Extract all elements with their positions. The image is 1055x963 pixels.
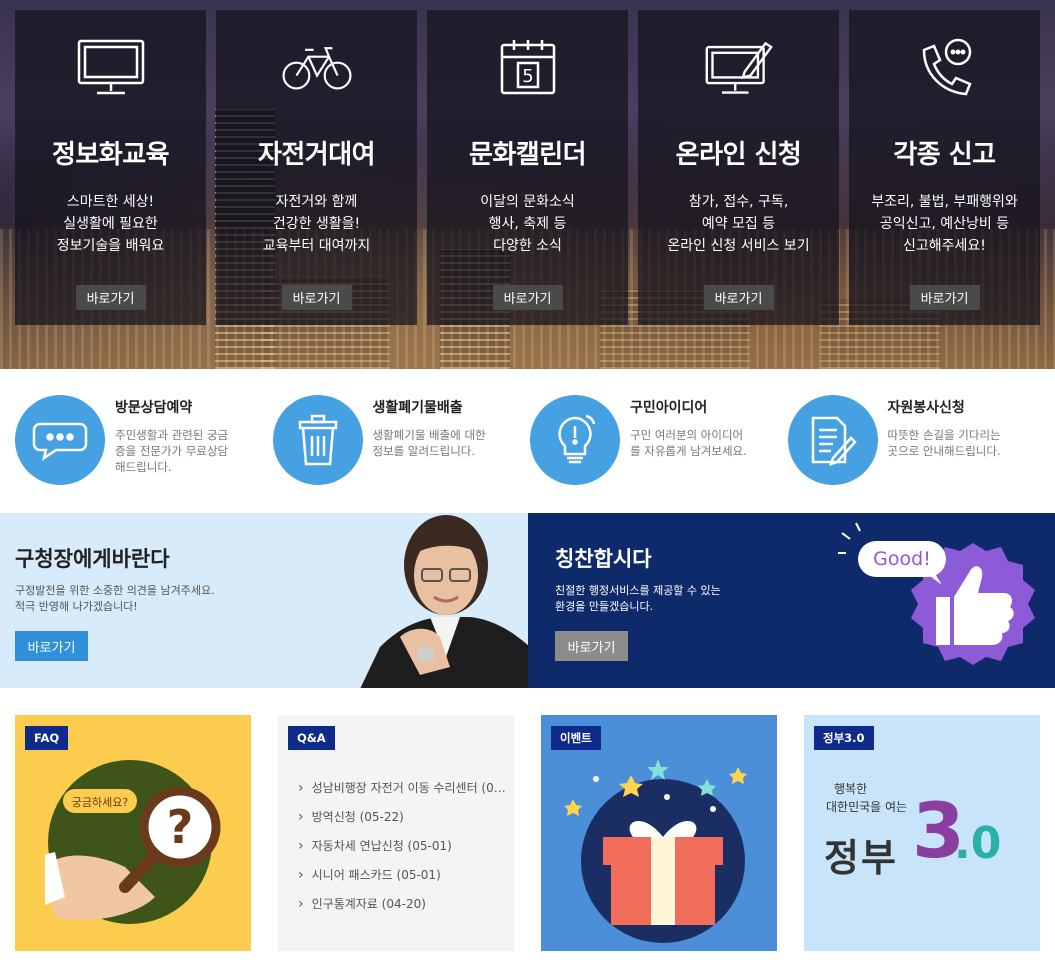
card-title: 각종 신고 <box>893 140 996 170</box>
go-button[interactable]: 바로가기 <box>555 631 628 661</box>
banner-title: 구청장에게바란다 <box>15 547 170 571</box>
card-online-apply[interactable]: 온라인 신청 참가, 접수, 구독, 예약 모집 등 온라인 신청 서비스 보기… <box>638 10 839 325</box>
speech-bubble-icon <box>15 395 105 485</box>
service-waste-disposal[interactable]: 생활폐기물배출 생활폐기물 배출에 대한 정보를 알려드립니다. <box>272 395 531 490</box>
card-info-education[interactable]: 정보화교육 스마트한 세상! 실생활에 필요한 정보기술을 배워요 바로가기 <box>15 10 206 325</box>
banner-desc: 친절한 행정서비스를 제공할 수 있는 환경을 만들겠습니다. <box>555 584 721 613</box>
card-report[interactable]: 각종 신고 부조리, 불법, 부패행위와 공익신고, 예산낭비 등 신고해주세요… <box>849 10 1040 325</box>
list-item[interactable]: 인구통계자료 (04-20) <box>298 895 510 924</box>
info-boxes: FAQ ? 궁금하세요? Q&A 성남비행장 자전거 이동 수리센터 (06-0… <box>15 715 1040 951</box>
card-title: 온라인 신청 <box>675 140 802 170</box>
monitor-pen-icon <box>703 36 775 98</box>
bicycle-icon <box>281 36 353 98</box>
lightbulb-icon <box>530 395 620 485</box>
document-pen-icon <box>787 395 878 485</box>
go-button[interactable]: 바로가기 <box>15 631 88 661</box>
card-title: 자전거대여 <box>257 140 376 170</box>
go-button[interactable]: 바로가기 <box>909 285 980 310</box>
service-links: 방문상담예약 주민생활과 관련된 궁금 증을 전문가가 무료상담 해드립니다. … <box>15 395 1045 490</box>
mayor-portrait <box>360 515 528 688</box>
card-title: 문화캘린더 <box>468 140 587 170</box>
service-desc: 구민 여러분의 아이디어 를 자유롭게 남겨보세요. <box>630 428 747 458</box>
box-tag: Q&A <box>288 726 335 750</box>
thumbs-up-icon: Good! <box>838 522 1035 665</box>
hero-banner: 정보화교육 스마트한 세상! 실생활에 필요한 정보기술을 배워요 바로가기 자… <box>0 0 1055 369</box>
phone-chat-icon <box>909 36 981 98</box>
list-item[interactable]: 성남비행장 자전거 이동 수리센터 (06-01) <box>298 779 510 808</box>
praise-banner: 칭찬합시다 친절한 행정서비스를 제공할 수 있는 환경을 만들겠습니다. 바로… <box>528 513 1055 688</box>
good-badge-text: Good! <box>873 548 931 570</box>
svg-text:5: 5 <box>522 66 533 87</box>
gov-slogan: 행복한 대한민국을 여는 <box>826 780 907 816</box>
calendar-icon: 5 <box>492 36 564 98</box>
mayor-request-banner: 구청장에게바란다 구정발전을 위한 소중한 의견을 남겨주세요. 적극 반영해 … <box>0 513 528 688</box>
service-name: 방문상담예약 <box>115 400 193 416</box>
go-button[interactable]: 바로가기 <box>75 285 146 310</box>
service-desc: 주민생활과 관련된 궁금 증을 전문가가 무료상담 해드립니다. <box>115 428 229 474</box>
list-item[interactable]: 자동차세 연납신청 (05-01) <box>298 837 510 866</box>
trash-can-icon <box>272 395 363 485</box>
faq-box[interactable]: FAQ ? 궁금하세요? <box>15 715 251 951</box>
gov-number-decimal: .0 <box>954 818 1002 869</box>
card-bike-rental[interactable]: 자전거대여 자전거와 함께 건강한 생활을! 교육부터 대여까지 바로가기 <box>216 10 417 325</box>
card-desc: 참가, 접수, 구독, 예약 모집 등 온라인 신청 서비스 보기 <box>667 194 810 254</box>
gov30-box[interactable]: 정부3.0 행복한 대한민국을 여는 정부 3 .0 <box>804 715 1040 951</box>
service-visit-consult[interactable]: 방문상담예약 주민생활과 관련된 궁금 증을 전문가가 무료상담 해드립니다. <box>15 395 273 490</box>
go-button[interactable]: 바로가기 <box>281 285 352 310</box>
svg-text:?: ? <box>167 800 194 854</box>
gov-big-text: 정부 <box>824 836 898 880</box>
qna-list: 성남비행장 자전거 이동 수리센터 (06-01) 방역신청 (05-22) 자… <box>298 779 510 924</box>
service-citizen-idea[interactable]: 구민아이디어 구민 여러분의 아이디어 를 자유롭게 남겨보세요. <box>530 395 788 490</box>
go-button[interactable]: 바로가기 <box>703 285 774 310</box>
service-name: 구민아이디어 <box>630 400 708 416</box>
service-name: 생활폐기물배출 <box>372 400 463 416</box>
list-item[interactable]: 시니어 패스카드 (05-01) <box>298 866 510 895</box>
qna-box[interactable]: Q&A 성남비행장 자전거 이동 수리센터 (06-01) 방역신청 (05-2… <box>278 715 514 951</box>
card-desc: 스마트한 세상! 실생활에 필요한 정보기술을 배워요 <box>56 194 165 254</box>
go-button[interactable]: 바로가기 <box>492 285 563 310</box>
card-culture-calendar[interactable]: 5 문화캘린더 이달의 문화소식 행사, 축제 등 다양한 소식 바로가기 <box>427 10 628 325</box>
service-desc: 따뜻한 손길을 기다리는 곳으로 안내해드립니다. <box>887 428 1001 458</box>
service-desc: 생활폐기물 배출에 대한 정보를 알려드립니다. <box>372 428 486 458</box>
service-name: 자원봉사신청 <box>887 400 965 416</box>
banner-title: 칭찬합시다 <box>555 547 652 571</box>
svg-text:궁금하세요?: 궁금하세요? <box>72 795 129 809</box>
gift-box-icon <box>564 759 747 943</box>
box-tag: 정부3.0 <box>814 726 874 750</box>
card-desc: 이달의 문화소식 행사, 축제 등 다양한 소식 <box>480 194 575 254</box>
banner-desc: 구정발전을 위한 소중한 의견을 남겨주세요. 적극 반영해 나가겠습니다! <box>15 584 215 613</box>
list-item[interactable]: 방역신청 (05-22) <box>298 808 510 837</box>
magnifier-question-icon: ? 궁금하세요? <box>45 760 221 924</box>
card-title: 정보화교육 <box>51 140 170 170</box>
gov-slogan-line2: 대한민국을 여는 <box>826 800 908 814</box>
quick-menu-cards: 정보화교육 스마트한 세상! 실생활에 필요한 정보기술을 배워요 바로가기 자… <box>15 10 1040 325</box>
card-desc: 자전거와 함께 건강한 생활을! 교육부터 대여까지 <box>262 194 371 254</box>
event-box[interactable]: 이벤트 <box>541 715 777 951</box>
monitor-icon <box>75 36 147 98</box>
service-volunteer[interactable]: 자원봉사신청 따뜻한 손길을 기다리는 곳으로 안내해드립니다. <box>787 395 1046 490</box>
card-desc: 부조리, 불법, 부패행위와 공익신고, 예산낭비 등 신고해주세요! <box>871 194 1018 254</box>
gov-slogan-line1: 행복한 <box>834 782 868 796</box>
